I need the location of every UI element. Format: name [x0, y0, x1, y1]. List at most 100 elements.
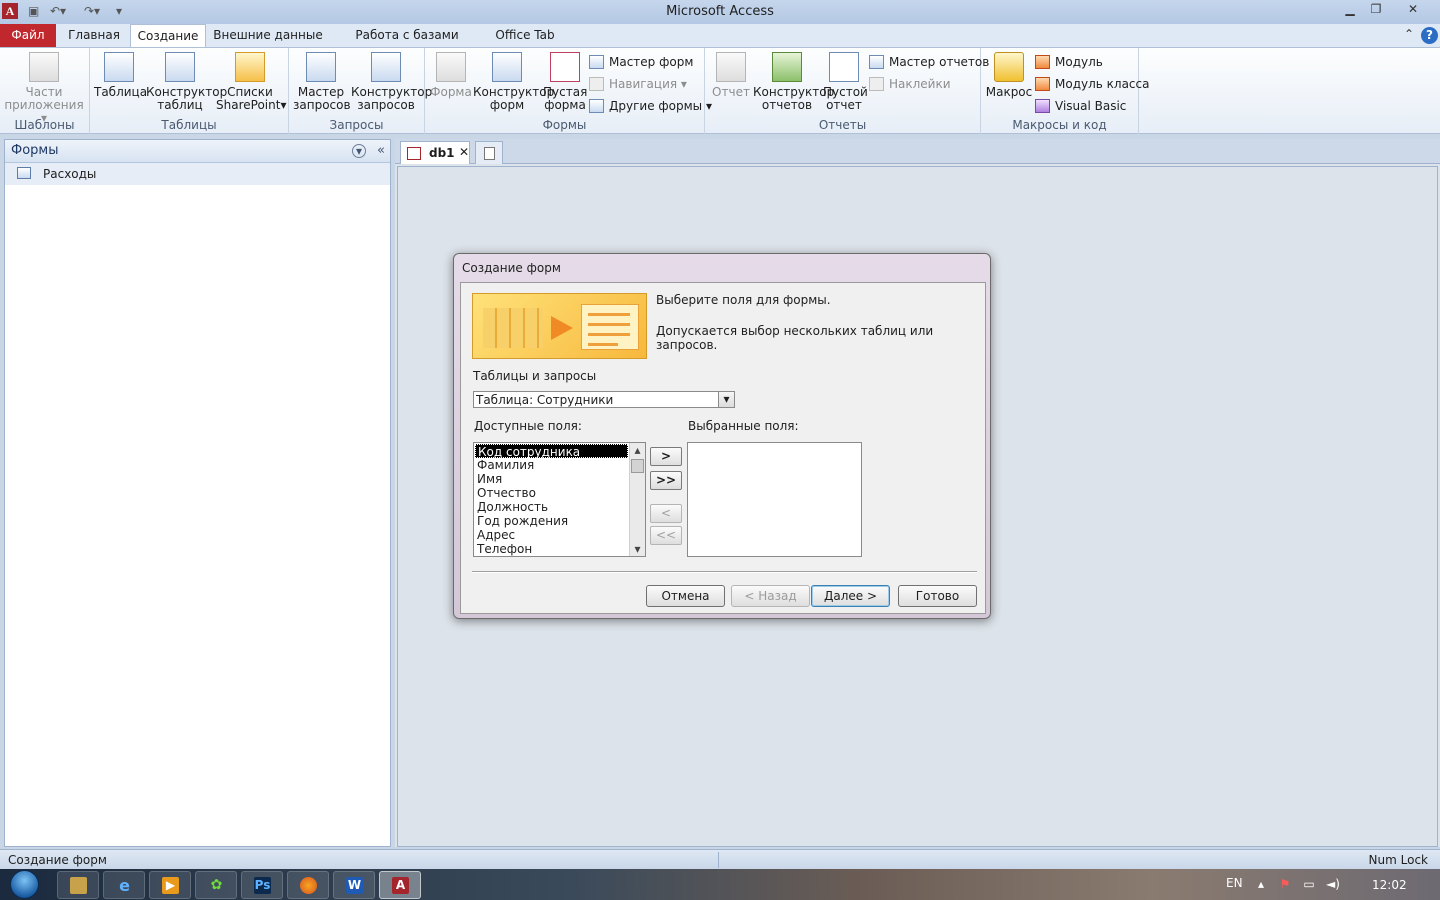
taskbar-ie[interactable]: e	[103, 871, 145, 899]
close-button[interactable]: ✕	[1402, 0, 1424, 18]
volume-icon[interactable]: ◄)	[1326, 878, 1340, 890]
add-field-button[interactable]: >	[650, 447, 682, 466]
report-design-icon	[772, 52, 802, 82]
sharepoint-lists-button[interactable]: Списки SharePoint▾	[216, 52, 286, 112]
remove-field-button[interactable]: <	[650, 504, 682, 523]
macro-button[interactable]: Макрос	[985, 52, 1033, 99]
blank-form-button[interactable]: Пустая форма	[543, 52, 587, 112]
arrow-right-icon	[551, 316, 573, 340]
media-player-icon: ▶	[162, 877, 179, 894]
group-label-macros: Макросы и код	[1012, 118, 1107, 132]
list-scrollbar[interactable]: ▴ ▾	[629, 443, 645, 556]
group-macros: Макрос Модуль Модуль класса Visual Basic…	[981, 48, 1149, 134]
blank-report-button[interactable]: Пустой отчет	[823, 52, 868, 112]
report-button[interactable]: Отчет	[709, 52, 753, 99]
tab-home[interactable]: Главная	[64, 24, 124, 47]
status-text: Создание форм	[8, 853, 107, 867]
query-wizard-icon	[306, 52, 336, 82]
wizard-form-graphic	[581, 304, 639, 350]
scroll-up-icon[interactable]: ▴	[630, 443, 645, 457]
language-indicator[interactable]: EN	[1226, 876, 1243, 890]
ribbon-minimize-icon[interactable]: ⌃	[1404, 27, 1414, 41]
tab-create[interactable]: Создание	[130, 24, 206, 47]
selected-fields-list[interactable]	[687, 442, 862, 557]
help-icon[interactable]: ?	[1421, 27, 1438, 44]
tables-queries-select[interactable]: Таблица: Сотрудники ▾	[473, 391, 735, 408]
taskbar-explorer[interactable]	[57, 871, 99, 899]
nav-pane-header[interactable]: Формы ▾ «	[5, 140, 390, 163]
taskbar-firefox[interactable]	[287, 871, 329, 899]
module-button[interactable]: Модуль	[1035, 53, 1103, 71]
next-button[interactable]: Далее >	[811, 585, 890, 607]
remove-all-fields-button[interactable]: <<	[650, 526, 682, 545]
new-tab-button[interactable]	[475, 141, 503, 164]
taskbar-photoshop[interactable]: Ps	[241, 871, 283, 899]
taskbar-access[interactable]: A	[379, 871, 421, 899]
close-tab-icon[interactable]: ✕	[459, 145, 469, 159]
show-hidden-icons-icon[interactable]: ▴	[1254, 878, 1268, 890]
labels-button[interactable]: Наклейки	[869, 75, 951, 93]
list-item[interactable]: Должность	[475, 500, 628, 514]
doctab-db1[interactable]: db1 ✕	[400, 141, 470, 164]
navigation-button[interactable]: Навигация ▾	[589, 75, 687, 93]
tab-office-tab[interactable]: Office Tab	[490, 24, 560, 47]
folder-icon	[70, 877, 87, 894]
macro-scroll-icon	[994, 52, 1024, 82]
ie-icon: e	[119, 876, 130, 895]
list-item[interactable]: Год рождения	[475, 514, 628, 528]
class-module-button[interactable]: Модуль класса	[1035, 75, 1149, 93]
form-design-icon	[492, 52, 522, 82]
taskbar-media-player[interactable]: ▶	[149, 871, 191, 899]
select-value: Таблица: Сотрудники	[476, 393, 614, 407]
more-forms-button[interactable]: Другие формы ▾	[589, 97, 712, 115]
app-parts-button[interactable]: Части приложения ▾	[4, 52, 84, 125]
chevron-down-icon[interactable]: ▾	[352, 144, 366, 158]
list-item[interactable]: Отчество	[475, 486, 628, 500]
list-item[interactable]: Имя	[475, 472, 628, 486]
add-all-fields-button[interactable]: >>	[650, 471, 682, 490]
scroll-thumb[interactable]	[631, 459, 644, 473]
module-icon	[1035, 55, 1050, 69]
form-object-icon	[17, 167, 31, 179]
nav-item-expenses-form[interactable]: Расходы	[5, 163, 390, 185]
network-icon[interactable]: ▭	[1302, 878, 1316, 890]
tab-database-tools[interactable]: Работа с базами данных	[334, 24, 480, 65]
word-icon: W	[346, 877, 363, 894]
table-button[interactable]: Таблица	[94, 52, 147, 99]
chevron-down-icon[interactable]: ▾	[718, 392, 734, 407]
scroll-down-icon[interactable]: ▾	[630, 542, 645, 556]
report-design-button[interactable]: Конструктор отчетов	[753, 52, 834, 112]
action-center-icon[interactable]: ⚑	[1278, 878, 1292, 890]
group-tables: Таблица Конструктор таблиц Списки ShareP…	[90, 48, 289, 134]
visual-basic-button[interactable]: Visual Basic	[1035, 97, 1126, 115]
taskbar-word[interactable]: W	[333, 871, 375, 899]
app-parts-icon	[29, 52, 59, 82]
list-item[interactable]: Код сотрудника	[475, 444, 628, 459]
navigation-pane: Формы ▾ « Расходы	[4, 139, 391, 847]
cancel-button[interactable]: Отмена	[646, 585, 725, 607]
clock[interactable]: 12:02	[1372, 878, 1407, 892]
tab-file[interactable]: Файл	[0, 24, 56, 47]
back-button[interactable]: < Назад	[731, 585, 810, 607]
available-fields-list[interactable]: Код сотрудника Фамилия Имя Отчество Долж…	[473, 442, 646, 557]
collapse-pane-icon[interactable]: «	[377, 143, 385, 158]
query-design-button[interactable]: Конструктор запросов	[351, 52, 432, 112]
taskbar-icq[interactable]: ✿	[195, 871, 237, 899]
list-item[interactable]: Телефон	[475, 542, 628, 556]
list-item[interactable]: Адрес	[475, 528, 628, 542]
window-title: Microsoft Access	[666, 4, 774, 19]
minimize-button[interactable]: ▁	[1338, 0, 1362, 18]
form-button[interactable]: Форма	[429, 52, 473, 99]
table-design-button[interactable]: Конструктор таблиц	[146, 52, 227, 112]
start-button[interactable]	[4, 869, 44, 900]
maximize-button[interactable]: ❐	[1364, 0, 1388, 18]
report-wizard-button[interactable]: Мастер отчетов	[869, 53, 989, 71]
form-wizard-button[interactable]: Мастер форм	[589, 53, 693, 71]
list-item[interactable]: Фамилия	[475, 458, 628, 472]
tab-external-data[interactable]: Внешние данные	[212, 24, 324, 47]
group-label-templates: Шаблоны	[14, 118, 75, 132]
finish-button[interactable]: Готово	[898, 585, 977, 607]
access-icon: A	[392, 877, 409, 894]
query-wizard-button[interactable]: Мастер запросов	[293, 52, 351, 112]
form-design-button[interactable]: Конструктор форм	[473, 52, 554, 112]
